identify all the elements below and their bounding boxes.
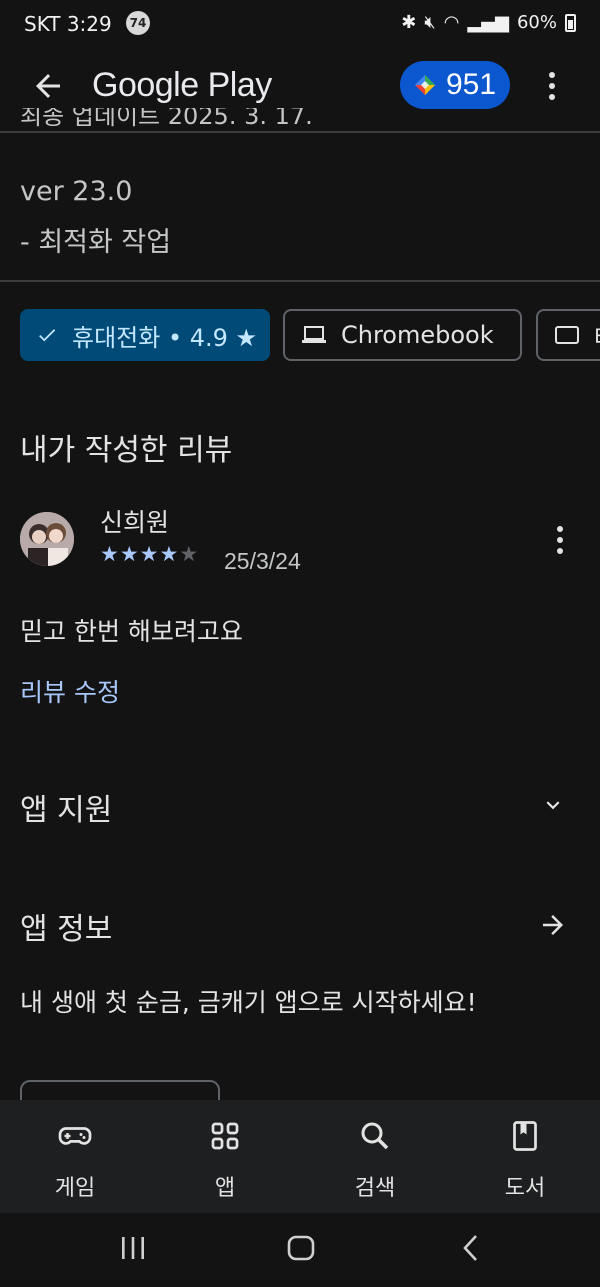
nav-games[interactable]: 게임 — [0, 1100, 150, 1213]
check-icon — [39, 329, 56, 342]
nav-search-label: 검색 — [354, 1176, 396, 1201]
nav-games-label: 게임 — [54, 1176, 96, 1201]
chip-tablet[interactable]: 태 — [536, 309, 600, 361]
review-date: 25/3/24 — [224, 548, 301, 574]
system-back-icon[interactable] — [456, 1233, 486, 1263]
search-icon — [361, 1122, 389, 1150]
release-note: - 최적화 작업 — [20, 227, 172, 258]
battery-icon — [565, 13, 576, 32]
chip-chromebook-label: Chromebook — [341, 321, 494, 349]
chip-phone-label: 휴대전화 • 4.9 ★ — [72, 323, 258, 352]
reviewer-name: 신희원 — [100, 508, 170, 537]
star-filled-icon: ★ — [100, 542, 119, 566]
nav-books[interactable]: 도서 — [450, 1100, 600, 1213]
app-info-row[interactable]: 앱 정보 — [0, 890, 600, 960]
app-description: 내 생애 첫 순금, 금캐기 앱으로 시작하세요! — [20, 988, 477, 1017]
bluetooth-icon: ✱ — [401, 12, 417, 33]
system-navigation-bar — [0, 1213, 600, 1287]
arrow-forward-icon — [543, 915, 563, 935]
play-points-button[interactable]: 951 — [400, 61, 510, 109]
app-title: Google Play — [92, 66, 272, 104]
laptop-icon — [302, 326, 326, 343]
wifi-icon: ◠ — [443, 12, 460, 33]
signal-icon: ▂▄▆ — [467, 12, 509, 33]
chip-tablet-label: 태 — [594, 318, 600, 353]
apps-grid-icon — [211, 1122, 239, 1150]
nav-search[interactable]: 검색 — [300, 1100, 450, 1213]
bottom-navigation: 게임 앱 검색 도서 — [0, 1100, 600, 1213]
edit-review-link[interactable]: 리뷰 수정 — [20, 673, 120, 709]
status-icons: ✱ 🔇︎ ◠ ▂▄▆ 60% — [401, 12, 576, 33]
carrier-time: SKT 3:29 — [24, 12, 112, 36]
status-bar: SKT 3:29 74 ✱ 🔇︎ ◠ ▂▄▆ 60% — [0, 0, 600, 48]
more-vert-icon[interactable] — [540, 66, 564, 106]
notification-badge: 74 — [126, 11, 150, 35]
avatar — [20, 512, 74, 566]
rating-stars: ★ ★ ★ ★ ★ — [100, 542, 198, 566]
app-support-title: 앱 지원 — [20, 793, 113, 828]
battery-percent: 60% — [516, 12, 557, 33]
review-more-icon[interactable] — [548, 522, 572, 558]
app-info-title: 앱 정보 — [20, 912, 113, 947]
chip-phone[interactable]: 휴대전화 • 4.9 ★ — [20, 309, 270, 361]
home-icon[interactable] — [286, 1233, 316, 1263]
review-text: 믿고 한번 해보려고요 — [20, 617, 243, 646]
app-support-row[interactable]: 앱 지원 — [0, 770, 600, 840]
star-empty-icon: ★ — [179, 542, 199, 566]
star-filled-icon: ★ — [159, 542, 179, 566]
nav-books-label: 도서 — [504, 1176, 546, 1201]
star-filled-icon: ★ — [119, 542, 139, 566]
star-filled-icon: ★ — [139, 542, 159, 566]
section-divider — [0, 280, 600, 282]
mute-icon: 🔇︎ — [424, 12, 436, 33]
back-arrow-icon[interactable] — [30, 68, 66, 104]
recents-icon[interactable] — [118, 1233, 148, 1263]
play-points-icon — [415, 75, 435, 95]
nav-apps-label: 앱 — [214, 1176, 236, 1201]
nav-apps[interactable]: 앱 — [150, 1100, 300, 1213]
book-icon — [513, 1121, 537, 1151]
chip-chromebook[interactable]: Chromebook — [283, 309, 522, 361]
tablet-icon — [555, 326, 579, 344]
points-count: 951 — [446, 68, 497, 101]
gamepad-icon — [58, 1127, 92, 1145]
update-date-cutoff: 최종 업데이트 2025. 3. 17. — [20, 108, 313, 130]
my-review-heading: 내가 작성한 리뷰 — [20, 433, 233, 468]
version-text: ver 23.0 — [20, 176, 133, 207]
chevron-down-icon — [546, 801, 560, 810]
